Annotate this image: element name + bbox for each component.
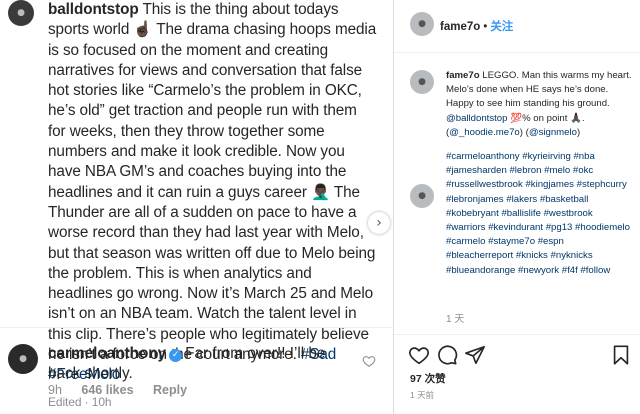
action-icons	[408, 344, 634, 366]
bookmark-icon[interactable]	[610, 344, 632, 366]
mention-signmelo[interactable]: @signmelo	[529, 127, 577, 138]
caption-text-3: ) (	[519, 126, 529, 138]
reply-time: 9h	[48, 383, 62, 397]
caption-username[interactable]: fame7o	[446, 70, 480, 81]
hashtag-comment-avatar[interactable]: ●	[410, 184, 434, 208]
share-icon[interactable]	[464, 344, 486, 366]
left-comment-panel: ● balldontstop This is the thing about t…	[0, 0, 393, 414]
right-post-panel: ● fame7o • 关注 ● fame7o LEGGO. Man this war…	[394, 0, 640, 414]
comment-heart-icon[interactable]	[362, 354, 376, 368]
next-post-button[interactable]: ›	[368, 212, 390, 234]
header-user: fame7o • 关注	[440, 18, 513, 34]
caption-text: 🤦🏿‍♂️	[311, 183, 330, 201]
follow-button[interactable]: 关注	[490, 21, 513, 33]
post-time: 1 天前	[410, 390, 435, 400]
heart-icon[interactable]	[408, 344, 430, 366]
mention-balldontstop[interactable]: @balldontstop	[446, 113, 507, 124]
balldontstop-avatar[interactable]: ●	[8, 0, 34, 26]
caption-text: The drama chasing hoops media is so focu…	[48, 21, 377, 201]
comment-time: 1 天	[446, 314, 465, 325]
owner-caption: fame7o LEGGO. Man this warms my heart. M…	[446, 69, 632, 140]
reply-likes[interactable]: 646 likes	[81, 383, 133, 397]
fame7o-avatar[interactable]: ●	[410, 12, 434, 36]
caption-text: ☝🏿	[133, 21, 153, 39]
chevron-right-icon: ›	[376, 215, 382, 231]
reply-comment: carmeloanthony ✓ Far from over!! I’ll be b…	[48, 344, 358, 384]
caption-text-4: )	[576, 126, 581, 138]
divider	[0, 327, 393, 328]
separator: •	[483, 21, 488, 33]
header-divider	[394, 52, 640, 53]
post-username[interactable]: balldontstop	[48, 1, 139, 18]
reply-button[interactable]: Reply	[153, 383, 187, 397]
actions-divider	[394, 334, 640, 335]
reply-username[interactable]: carmeloanthony	[48, 345, 166, 362]
mention-hoodie[interactable]: @_hoodie.me7o	[449, 127, 520, 138]
likes-count[interactable]: 97 次赞	[410, 371, 446, 386]
post-header: ● fame7o • 关注	[394, 0, 640, 52]
caption-body: This is the thing about todays sports wo…	[48, 1, 376, 383]
verified-badge-icon: ✓	[169, 349, 183, 362]
hashtag-comment[interactable]: #carmeloanthony #kyrieirving #nba #james…	[446, 150, 632, 278]
header-username[interactable]: fame7o	[440, 21, 480, 33]
caption-avatar[interactable]: ●	[410, 70, 434, 94]
carmeloanthony-avatar[interactable]: ●	[8, 344, 38, 374]
caption-text: The Thunder are all of a sudden on pace …	[48, 183, 376, 364]
reply-meta: 9h 646 likes Reply	[48, 383, 203, 397]
comment-icon[interactable]	[436, 344, 458, 366]
